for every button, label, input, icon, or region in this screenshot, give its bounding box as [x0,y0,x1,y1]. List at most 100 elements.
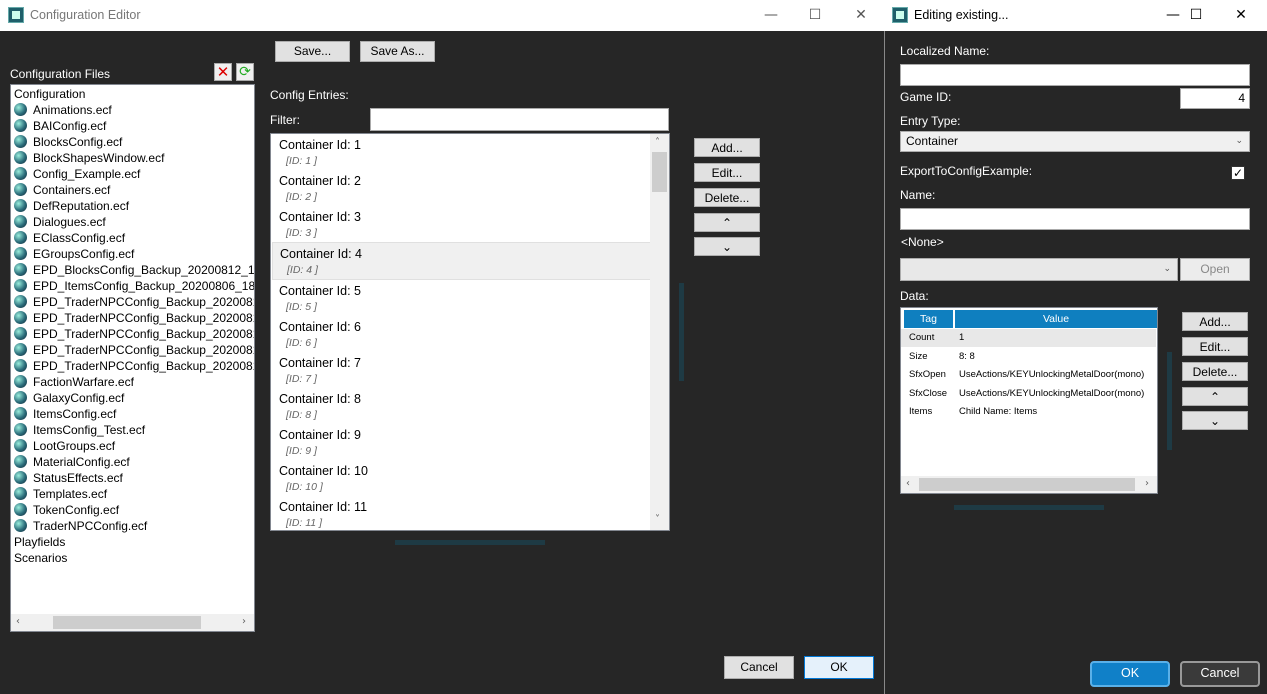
tag-column-header[interactable]: Tag [904,310,953,328]
scroll-right-icon[interactable]: › [1145,478,1149,489]
scrollbar-thumb[interactable] [53,616,201,629]
maximize-icon[interactable]: ☐ [1173,0,1219,30]
cancel-button[interactable]: Cancel [724,656,794,679]
scroll-left-icon[interactable]: ‹ [906,478,910,489]
chevron-down-icon: ⌄ [1209,414,1221,428]
remove-icon[interactable]: ✕ [214,63,232,81]
config-entries-list[interactable]: Container Id: 1 [ID: 1 ] Container Id: 2 [I… [270,133,670,531]
move-up-button[interactable]: ⌃ [694,213,760,232]
delete-entry-button[interactable]: Delete... [694,188,760,207]
tree-file-item[interactable]: BlockShapesWindow.ecf [14,150,254,166]
close-icon[interactable]: ✕ [838,0,884,30]
config-entry-item[interactable]: Container Id: 10 [ID: 10 ] [272,460,652,496]
tree-file-label: Templates.ecf [33,487,108,501]
entries-vertical-scrollbar[interactable]: ˄ ˅ [650,134,669,530]
tree-file-item[interactable]: ItemsConfig.ecf [14,406,254,422]
scroll-left-icon[interactable]: ‹ [16,616,20,627]
edit-ok-button[interactable]: OK [1090,661,1170,687]
file-globe-icon [14,327,27,340]
scroll-up-icon[interactable]: ˄ [655,137,660,148]
scrollbar-thumb[interactable] [652,152,667,192]
data-table-row[interactable]: Size 8: 8 [901,348,1156,366]
config-entry-item[interactable]: Container Id: 7 [ID: 7 ] [272,352,652,388]
tree-file-item[interactable]: BlocksConfig.ecf [14,134,254,150]
data-move-down-button[interactable]: ⌄ [1182,411,1248,430]
move-down-button[interactable]: ⌄ [694,237,760,256]
config-entry-item[interactable]: Container Id: 1 [ID: 1 ] [272,134,652,170]
filter-input[interactable] [370,108,669,131]
data-table-row[interactable]: Items Child Name: Items [901,403,1156,421]
edit-entry-button[interactable]: Edit... [694,163,760,182]
tree-file-item[interactable]: DefReputation.ecf [14,198,254,214]
delete-data-button[interactable]: Delete... [1182,362,1248,381]
config-entry-item[interactable]: Container Id: 6 [ID: 6 ] [272,316,652,352]
tree-file-item[interactable]: StatusEffects.ecf [14,470,254,486]
export-checkbox[interactable]: ✓ [1231,166,1245,180]
tree-folder-item[interactable]: Scenarios [14,550,254,566]
tree-file-item[interactable]: EPD_TraderNPCConfig_Backup_20200814_ [14,310,254,326]
tree-file-item[interactable]: Templates.ecf [14,486,254,502]
tree-file-item[interactable]: EPD_ItemsConfig_Backup_20200806_1841 [14,278,254,294]
config-files-tree[interactable]: Configuration Animations.ecf BAIConfig.ec… [10,84,255,632]
data-grid[interactable]: Tag Value Count 1 Size 8: 8 SfxOpen UseAction… [900,307,1158,494]
tree-file-item[interactable]: GalaxyConfig.ecf [14,390,254,406]
config-entry-item[interactable]: Container Id: 2 [ID: 2 ] [272,170,652,206]
tree-folder-item[interactable]: Playfields [14,534,254,550]
scroll-down-icon[interactable]: ˅ [655,514,660,525]
tree-file-item[interactable]: EPD_TraderNPCConfig_Backup_20200814_ [14,294,254,310]
config-entry-item[interactable]: Container Id: 9 [ID: 9 ] [272,424,652,460]
config-entry-item[interactable]: Container Id: 11 [ID: 11 ] [272,496,652,530]
tree-root-configuration[interactable]: Configuration [14,86,254,102]
tree-file-item[interactable]: Config_Example.ecf [14,166,254,182]
ok-button[interactable]: OK [804,656,874,679]
config-entry-item[interactable]: Container Id: 3 [ID: 3 ] [272,206,652,242]
data-move-up-button[interactable]: ⌃ [1182,387,1248,406]
tree-file-item[interactable]: Animations.ecf [14,102,254,118]
tree-file-item[interactable]: LootGroups.ecf [14,438,254,454]
tree-file-item[interactable]: EGroupsConfig.ecf [14,246,254,262]
save-button[interactable]: Save... [275,41,350,62]
tree-file-item[interactable]: EPD_BlocksConfig_Backup_20200812_192 [14,262,254,278]
tree-file-item[interactable]: ItemsConfig_Test.ecf [14,422,254,438]
name-input[interactable] [900,208,1250,230]
tree-file-item[interactable]: EPD_TraderNPCConfig_Backup_20200814_ [14,342,254,358]
tree-file-item[interactable]: EPD_TraderNPCConfig_Backup_20200814_ [14,326,254,342]
reference-select[interactable]: ⌄ [900,258,1178,281]
config-entry-item[interactable]: Container Id: 4 [ID: 4 ] [272,242,652,280]
entry-id: [ID: 5 ] [286,301,317,313]
edit-cancel-button[interactable]: Cancel [1180,661,1260,687]
refresh-icon[interactable]: ⟳ [236,63,254,81]
open-button[interactable]: Open [1180,258,1250,281]
edit-data-button[interactable]: Edit... [1182,337,1248,356]
game-id-input[interactable]: 4 [1180,88,1250,109]
tree-file-item[interactable]: TokenConfig.ecf [14,502,254,518]
config-entry-item[interactable]: Container Id: 5 [ID: 5 ] [272,280,652,316]
tree-file-item[interactable]: EClassConfig.ecf [14,230,254,246]
tree-file-item[interactable]: FactionWarfare.ecf [14,374,254,390]
tree-file-item[interactable]: BAIConfig.ecf [14,118,254,134]
tree-file-item[interactable]: Dialogues.ecf [14,214,254,230]
maximize-icon[interactable]: ☐ [792,0,838,30]
value-column-header[interactable]: Value [954,310,1157,328]
scrollbar-thumb[interactable] [919,478,1135,491]
entry-type-select[interactable]: Container ⌄ [900,131,1250,152]
add-entry-button[interactable]: Add... [694,138,760,157]
tree-file-item[interactable]: Containers.ecf [14,182,254,198]
entry-name: Container Id: 11 [279,500,368,514]
data-table-row[interactable]: SfxOpen UseActions/KEYUnlockingMetalDoor(… [901,366,1156,384]
tree-file-item[interactable]: TraderNPCConfig.ecf [14,518,254,534]
data-horizontal-scrollbar[interactable]: ‹ › [901,476,1157,493]
data-table-row[interactable]: SfxClose UseActions/KEYUnlockingMetalDoor… [901,385,1156,403]
tree-file-item[interactable]: MaterialConfig.ecf [14,454,254,470]
config-entry-item[interactable]: Container Id: 8 [ID: 8 ] [272,388,652,424]
localized-name-input[interactable] [900,64,1250,86]
scroll-right-icon[interactable]: › [242,616,246,627]
add-data-button[interactable]: Add... [1182,312,1248,331]
save-as-button[interactable]: Save As... [360,41,435,62]
tree-file-item[interactable]: EPD_TraderNPCConfig_Backup_20200814_ [14,358,254,374]
tree-horizontal-scrollbar[interactable]: ‹ › [11,614,254,631]
data-table-row[interactable]: Count 1 [901,329,1156,347]
close-icon[interactable]: ✕ [1218,0,1264,30]
chevron-up-icon: ⌃ [721,216,733,230]
minimize-icon[interactable]: — [748,0,794,30]
